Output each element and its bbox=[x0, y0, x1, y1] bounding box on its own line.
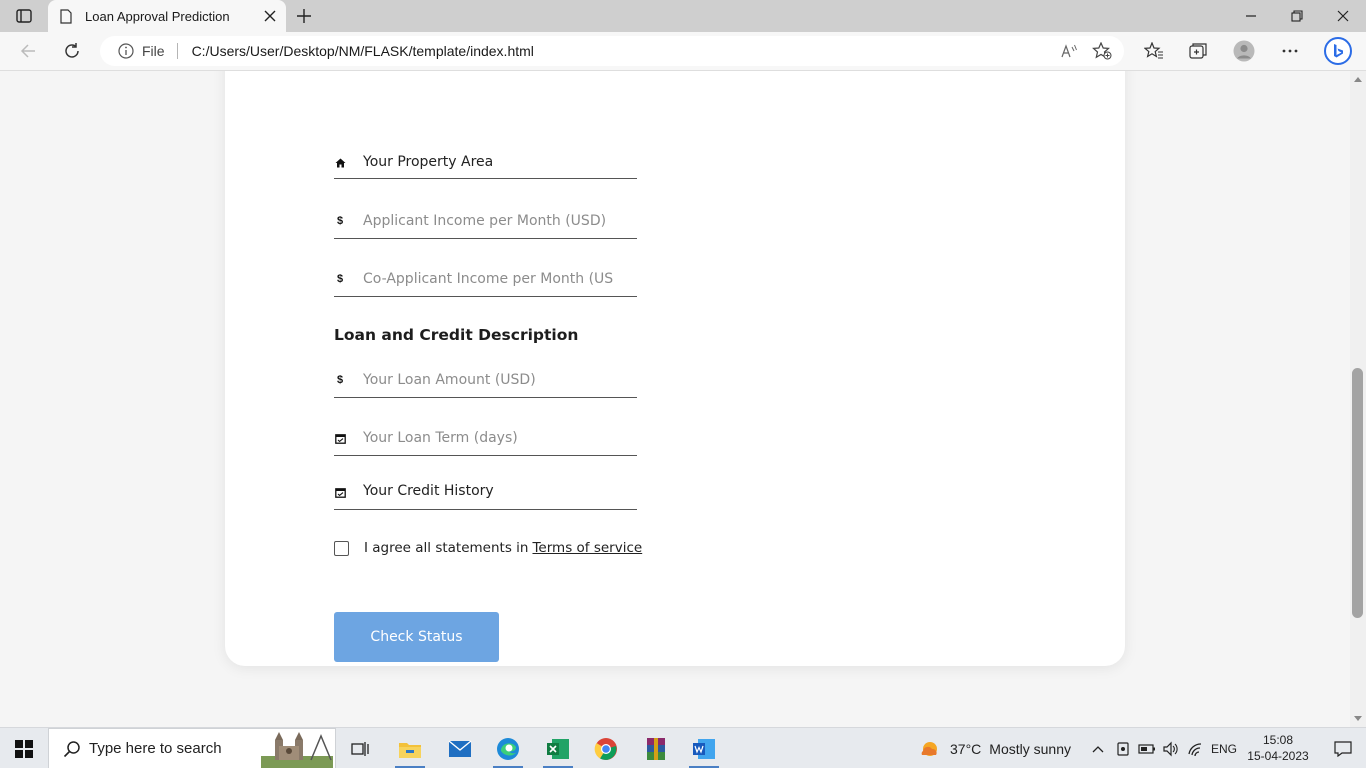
chrome-icon[interactable] bbox=[582, 728, 630, 768]
sun-icon bbox=[921, 741, 937, 756]
home-icon bbox=[334, 157, 346, 169]
loan-section-title: Loan and Credit Description bbox=[334, 326, 579, 344]
address-bar[interactable]: File C:/Users/User/Desktop/NM/FLASK/temp… bbox=[100, 36, 1124, 66]
notifications-icon[interactable] bbox=[1320, 728, 1366, 768]
calendar-icon bbox=[334, 486, 346, 498]
search-highlight-image-icon bbox=[261, 732, 333, 768]
address-prefix: File bbox=[142, 43, 165, 59]
weather-temperature: 37°C bbox=[950, 740, 982, 757]
clock-date: 15-04-2023 bbox=[1247, 749, 1309, 763]
restore-icon[interactable] bbox=[1274, 0, 1320, 32]
task-view-icon[interactable] bbox=[336, 728, 384, 768]
clock-time: 15:08 bbox=[1262, 733, 1294, 747]
applicant-income-field[interactable]: $ bbox=[334, 191, 637, 239]
page-icon bbox=[60, 8, 74, 24]
browser-tab-bar: Loan Approval Prediction bbox=[0, 0, 1366, 32]
favorites-icon[interactable] bbox=[1140, 38, 1168, 64]
calendar-icon bbox=[334, 432, 346, 444]
winrar-icon[interactable] bbox=[632, 728, 680, 768]
search-placeholder: Type here to search bbox=[89, 740, 222, 757]
tab-title: Loan Approval Prediction bbox=[85, 8, 230, 24]
browser-toolbar: File C:/Users/User/Desktop/NM/FLASK/temp… bbox=[0, 32, 1366, 71]
address-divider bbox=[176, 43, 178, 59]
weather-condition: Mostly sunny bbox=[989, 740, 1071, 757]
refresh-icon[interactable] bbox=[58, 38, 86, 64]
property-area-select[interactable]: Your Property Area bbox=[363, 154, 493, 170]
scrollbar-thumb[interactable] bbox=[1352, 368, 1363, 618]
browser-tab[interactable]: Loan Approval Prediction bbox=[48, 0, 286, 32]
loan-amount-field[interactable]: $ bbox=[334, 350, 637, 398]
read-aloud-icon[interactable] bbox=[1060, 42, 1078, 60]
windows-taskbar: Type here to search 37°C Mostly sunny EN… bbox=[0, 727, 1366, 768]
system-clock[interactable]: 15:08 15-04-2023 bbox=[1244, 732, 1312, 764]
taskbar-search-box[interactable]: Type here to search bbox=[48, 728, 336, 768]
agree-text: I agree all statements in bbox=[364, 540, 529, 556]
dollar-icon: $ bbox=[336, 374, 344, 386]
scroll-down-arrow-icon[interactable] bbox=[1354, 716, 1362, 721]
vertical-scrollbar[interactable] bbox=[1350, 71, 1366, 727]
check-status-button[interactable]: Check Status bbox=[334, 612, 499, 662]
battery-icon[interactable] bbox=[1136, 728, 1158, 768]
edge-browser-icon[interactable] bbox=[484, 728, 532, 768]
form-card: Your Property Area $ $ Loan and Credit D… bbox=[225, 71, 1125, 666]
windows-start-icon[interactable] bbox=[0, 728, 48, 768]
new-tab-icon[interactable] bbox=[292, 5, 316, 27]
file-explorer-icon[interactable] bbox=[386, 728, 434, 768]
credit-history-field[interactable]: Your Credit History bbox=[334, 468, 637, 510]
minimize-icon[interactable] bbox=[1228, 0, 1274, 32]
loan-term-field[interactable] bbox=[334, 408, 637, 456]
coapplicant-income-field[interactable]: $ bbox=[334, 249, 637, 297]
collections-icon[interactable] bbox=[1184, 38, 1212, 64]
bing-icon[interactable] bbox=[1322, 36, 1354, 66]
dollar-icon: $ bbox=[336, 273, 344, 285]
wifi-icon[interactable] bbox=[1184, 728, 1208, 768]
language-indicator[interactable]: ENG bbox=[1208, 728, 1240, 768]
scroll-up-arrow-icon[interactable] bbox=[1354, 77, 1362, 82]
close-tab-icon[interactable] bbox=[262, 8, 278, 24]
applicant-income-input[interactable] bbox=[363, 207, 613, 235]
url-text[interactable]: C:/Users/User/Desktop/NM/FLASK/template/… bbox=[192, 43, 534, 59]
weather-widget[interactable]: 37°C Mostly sunny bbox=[918, 728, 1071, 768]
close-window-icon[interactable] bbox=[1320, 0, 1366, 32]
terms-of-service-link[interactable]: Terms of service bbox=[532, 540, 642, 556]
info-icon[interactable] bbox=[118, 43, 134, 59]
dollar-icon: $ bbox=[336, 215, 344, 227]
loan-term-input[interactable] bbox=[363, 424, 613, 452]
agree-checkbox[interactable] bbox=[334, 540, 349, 556]
page-viewport: Your Property Area $ $ Loan and Credit D… bbox=[0, 71, 1350, 727]
tab-actions-icon[interactable] bbox=[10, 6, 38, 26]
mail-icon[interactable] bbox=[436, 728, 484, 768]
back-icon[interactable] bbox=[14, 38, 42, 64]
terms-agreement: I agree all statements in Terms of servi… bbox=[334, 540, 642, 556]
volume-icon[interactable] bbox=[1160, 728, 1182, 768]
word-icon[interactable] bbox=[680, 728, 728, 768]
credit-history-select[interactable]: Your Credit History bbox=[363, 483, 494, 499]
show-hidden-icons-chevron-up-icon[interactable] bbox=[1088, 728, 1108, 768]
loan-amount-input[interactable] bbox=[363, 366, 613, 394]
profile-avatar-icon[interactable] bbox=[1230, 38, 1258, 64]
more-options-icon[interactable] bbox=[1276, 38, 1304, 64]
property-area-field[interactable]: Your Property Area bbox=[334, 139, 637, 179]
coapplicant-income-input[interactable] bbox=[363, 265, 613, 293]
add-favorite-icon[interactable] bbox=[1092, 42, 1112, 60]
excel-icon[interactable] bbox=[534, 728, 582, 768]
search-icon bbox=[63, 740, 81, 758]
meet-now-icon[interactable] bbox=[1112, 728, 1134, 768]
